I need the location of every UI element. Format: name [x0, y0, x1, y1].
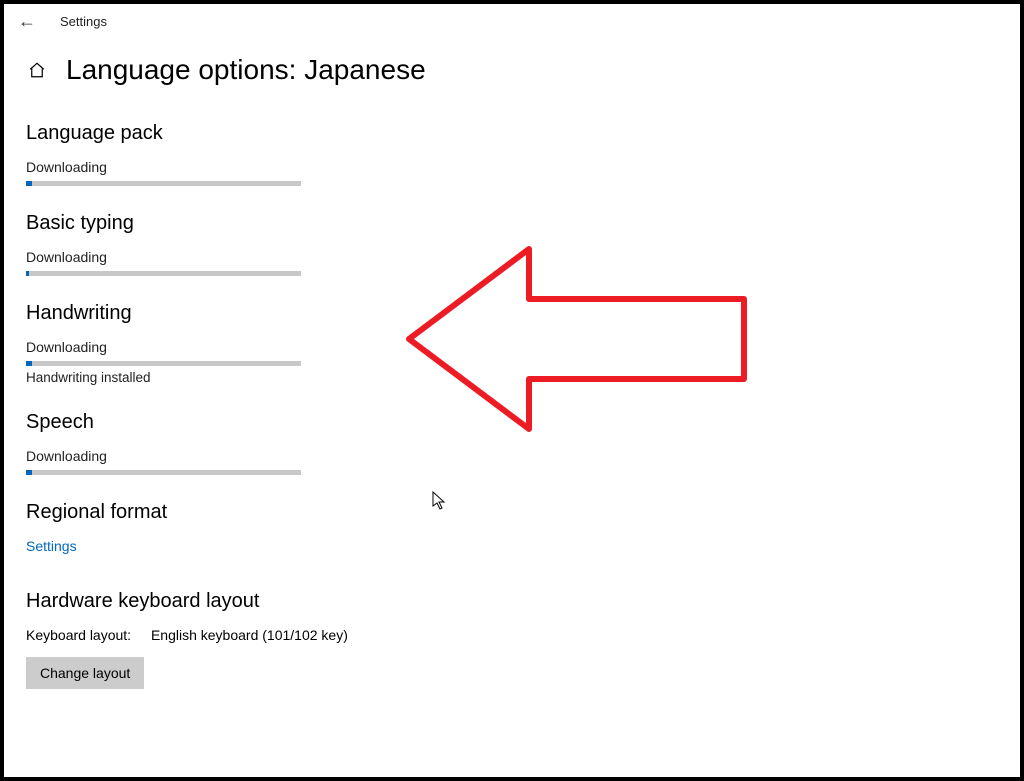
progress-handwriting — [26, 361, 301, 366]
handwriting-installed-text: Handwriting installed — [26, 370, 542, 385]
section-title-hardware-keyboard: Hardware keyboard layout — [26, 590, 542, 613]
section-speech: Speech Downloading — [26, 411, 542, 475]
section-title-speech: Speech — [26, 411, 542, 434]
section-title-handwriting: Handwriting — [26, 302, 542, 325]
status-basic-typing: Downloading — [26, 249, 542, 265]
progress-language-pack — [26, 181, 301, 186]
status-speech: Downloading — [26, 448, 542, 464]
keyboard-layout-label: Keyboard layout: — [26, 627, 131, 643]
progress-speech — [26, 470, 301, 475]
keyboard-layout-value: English keyboard (101/102 key) — [151, 627, 348, 643]
progress-bar-handwriting — [26, 361, 32, 366]
section-title-language-pack: Language pack — [26, 122, 542, 145]
status-handwriting: Downloading — [26, 339, 542, 355]
section-title-basic-typing: Basic typing — [26, 212, 542, 235]
section-title-regional-format: Regional format — [26, 501, 542, 524]
progress-bar-language-pack — [26, 181, 32, 186]
section-hardware-keyboard: Hardware keyboard layout Keyboard layout… — [26, 590, 542, 689]
section-handwriting: Handwriting Downloading Handwriting inst… — [26, 302, 542, 385]
section-language-pack: Language pack Downloading — [26, 122, 542, 186]
back-button[interactable]: ← — [18, 12, 36, 30]
status-language-pack: Downloading — [26, 159, 542, 175]
home-button[interactable] — [26, 59, 48, 81]
section-basic-typing: Basic typing Downloading — [26, 212, 542, 276]
progress-bar-speech — [26, 470, 32, 475]
change-layout-button[interactable]: Change layout — [26, 657, 144, 689]
page-title: Language options: Japanese — [66, 54, 426, 86]
progress-bar-basic-typing — [26, 271, 29, 276]
home-icon — [28, 61, 46, 79]
app-title: Settings — [60, 14, 107, 29]
progress-basic-typing — [26, 271, 301, 276]
regional-format-settings-link[interactable]: Settings — [26, 538, 77, 554]
section-regional-format: Regional format Settings — [26, 501, 542, 556]
